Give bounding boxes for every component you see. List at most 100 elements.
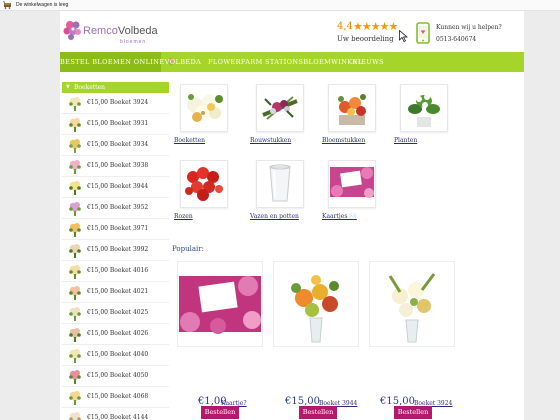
category-label[interactable]: Boeketten [174, 137, 205, 144]
category-image[interactable] [400, 84, 448, 132]
bouquet-thumbnail[interactable] [67, 242, 83, 259]
sidebar-item-label[interactable]: €15,00 Boeket 4144 [87, 414, 148, 420]
sidebar-item-label[interactable]: €15,00 Boeket 3944 [87, 183, 148, 190]
sidebar-heading-label: Boeketten [74, 84, 105, 91]
bouquet-thumbnail[interactable] [67, 263, 83, 280]
product-image[interactable] [369, 261, 455, 347]
logo-last-name: Volbeda [117, 25, 158, 37]
bouquet-thumbnail[interactable] [67, 326, 83, 343]
category-image[interactable] [328, 84, 376, 132]
category-kaartjes[interactable]: Kaartjes ✉️ [322, 160, 392, 230]
category-bloemstukken[interactable]: Bloemstukken [322, 84, 392, 154]
bouquet-thumbnail[interactable] [67, 200, 83, 217]
sidebar-item-label[interactable]: €15,00 Boeket 3931 [87, 120, 148, 127]
bouquet-thumbnail[interactable] [67, 179, 83, 196]
sidebar-item[interactable]: €15,00 Boeket 4040 [62, 345, 169, 366]
nav-flowerfarm[interactable]: FLOWERFARM [208, 52, 262, 72]
sidebar-item[interactable]: €15,00 Boeket 3992 [62, 240, 169, 261]
sidebar-item[interactable]: €15,00 Boeket 4068 [62, 387, 169, 408]
bouquet-thumbnail[interactable] [67, 410, 83, 420]
category-image[interactable] [256, 160, 304, 208]
bouquet-thumbnail[interactable] [67, 347, 83, 364]
category-image[interactable] [180, 160, 228, 208]
triangle-down-icon: ▼ [66, 84, 70, 90]
sidebar-item-label[interactable]: €15,00 Boeket 3938 [87, 162, 148, 169]
category-planten[interactable]: Planten [394, 84, 464, 154]
sidebar-item[interactable]: €15,00 Boeket 4144 [62, 408, 169, 420]
shopping-cart-icon[interactable] [3, 1, 12, 9]
sidebar-item[interactable]: €15,00 Boeket 3944 [62, 177, 169, 198]
help-phone-number[interactable]: 0513-640674 [436, 36, 476, 43]
sidebar-item-label[interactable]: €15,00 Boeket 3952 [87, 204, 148, 211]
category-label[interactable]: Kaartjes ✉️ [322, 213, 357, 220]
sidebar-item[interactable]: €15,00 Boeket 4026 [62, 324, 169, 345]
category-rozen[interactable]: Rozen [174, 160, 244, 230]
bouquet-3924-image [370, 262, 454, 346]
card-product-image [178, 262, 262, 346]
sidebar-item-label[interactable]: €15,00 Boeket 4040 [87, 351, 148, 358]
rating-stars: ★★★★★ [353, 20, 398, 33]
sidebar-heading[interactable]: ▼ Boeketten [62, 82, 169, 93]
product-image[interactable] [177, 261, 263, 347]
bouquet-thumbnail[interactable] [67, 284, 83, 301]
sidebar-item[interactable]: €15,00 Boeket 4021 [62, 282, 169, 303]
logo[interactable]: RemcoVolbeda bloemen [62, 19, 182, 47]
sidebar-item-label[interactable]: €15,00 Boeket 4068 [87, 393, 148, 400]
funeral-arrangement-image [257, 85, 303, 131]
sidebar-item[interactable]: €15,00 Boeket 3971 [62, 219, 169, 240]
sidebar-item-label[interactable]: €15,00 Boeket 4021 [87, 288, 148, 295]
nav-stationsbloemwinkel[interactable]: STATIONSBLOEMWINKEL [265, 52, 362, 72]
sidebar-item-label[interactable]: €15,00 Boeket 3971 [87, 225, 148, 232]
logo-subtitle: bloemen [120, 39, 147, 45]
category-label[interactable]: Vazen en potten [250, 213, 299, 220]
nav-bestel-bloemen-online[interactable]: BESTEL BLOEMEN ONLINE 🌷 [60, 52, 175, 72]
cart-status-text[interactable]: De winkelwagen is leeg [16, 0, 68, 11]
sidebar-item[interactable]: €15,00 Boeket 4016 [62, 261, 169, 282]
category-rouwstukken[interactable]: Rouwstukken [250, 84, 320, 154]
sidebar-item-label[interactable]: €15,00 Boeket 4026 [87, 330, 148, 337]
category-boeketten[interactable]: Boeketten [174, 84, 244, 154]
sidebar-item[interactable]: €15,00 Boeket 4050 [62, 366, 169, 387]
bouquet-thumbnail[interactable] [67, 116, 83, 133]
rating-label: Uw beoordeling [337, 35, 394, 43]
order-button[interactable]: Bestellen [201, 406, 239, 419]
popular-heading: Populair: [172, 245, 204, 253]
product-image[interactable] [273, 261, 359, 347]
order-button[interactable]: Bestellen [299, 406, 337, 419]
category-image[interactable] [180, 84, 228, 132]
sidebar-item[interactable]: €15,00 Boeket 3952 [62, 198, 169, 219]
category-label[interactable]: Planten [394, 137, 417, 144]
logo-first-name: Remco [83, 25, 118, 37]
order-button[interactable]: Bestellen [394, 406, 432, 419]
sidebar-item[interactable]: €15,00 Boeket 3938 [62, 156, 169, 177]
category-label[interactable]: Bloemstukken [322, 137, 365, 144]
category-label[interactable]: Rozen [174, 213, 193, 220]
bouquet-thumbnail[interactable] [67, 305, 83, 322]
bouquet-thumbnail[interactable] [67, 95, 83, 112]
category-label[interactable]: Rouwstukken [250, 137, 291, 144]
bouquet-thumbnail[interactable] [67, 221, 83, 238]
category-vazen-en-potten[interactable]: Vazen en potten [250, 160, 320, 230]
bouquet-thumbnail[interactable] [67, 158, 83, 175]
rating-widget[interactable]: 4,4 ★★★★★ Uw beoordeling [337, 20, 409, 45]
sidebar-item[interactable]: €15,00 Boeket 3924 [62, 93, 169, 114]
bouquet-thumbnail[interactable] [67, 389, 83, 406]
cart-bar: De winkelwagen is leeg [0, 0, 560, 11]
sidebar-item[interactable]: €15,00 Boeket 3931 [62, 114, 169, 135]
bouquet-thumbnail[interactable] [67, 368, 83, 385]
category-image[interactable] [256, 84, 304, 132]
sidebar-item-label[interactable]: €15,00 Boeket 3924 [87, 99, 148, 106]
nav-nieuws[interactable]: NIEUWS [352, 52, 384, 72]
category-image[interactable] [328, 160, 376, 208]
greeting-card-image [329, 161, 375, 207]
sidebar-item[interactable]: €15,00 Boeket 3934 [62, 135, 169, 156]
bouquet-thumbnail[interactable] [67, 137, 83, 154]
sidebar-item[interactable]: €15,00 Boeket 4025 [62, 303, 169, 324]
sidebar-item-label[interactable]: €15,00 Boeket 4016 [87, 267, 148, 274]
sidebar-item-label[interactable]: €15,00 Boeket 4050 [87, 372, 148, 379]
sidebar-item-label[interactable]: €15,00 Boeket 3934 [87, 141, 148, 148]
sidebar-item-label[interactable]: €15,00 Boeket 3992 [87, 246, 148, 253]
help-contact[interactable]: Kunnen wij u helpen? 0513-640674 [416, 21, 516, 47]
sidebar-item-label[interactable]: €15,00 Boeket 4025 [87, 309, 148, 316]
nav-volbeda[interactable]: VOLBEDA [163, 52, 203, 72]
